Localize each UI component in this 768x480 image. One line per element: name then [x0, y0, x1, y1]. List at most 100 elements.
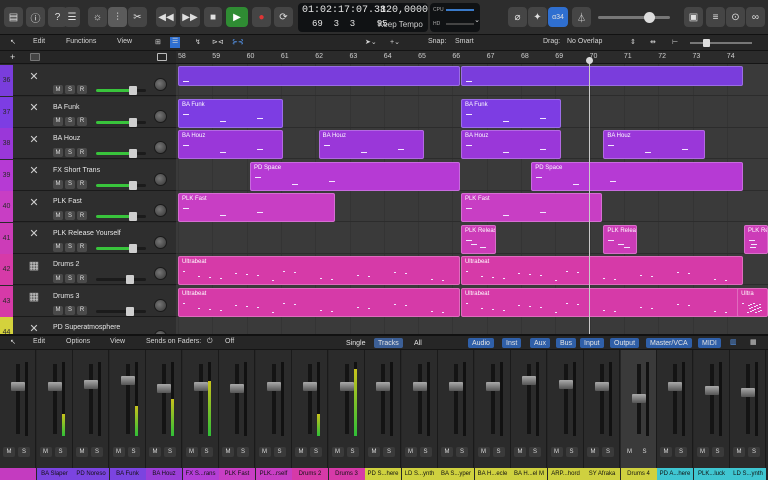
track-lane[interactable]	[176, 317, 768, 334]
solo-button[interactable]: S	[127, 447, 140, 457]
solo-button[interactable]: S	[18, 447, 30, 457]
all-button[interactable]: All	[410, 338, 426, 348]
single-button[interactable]: Single	[342, 338, 369, 348]
mute-button[interactable]: M	[112, 447, 125, 457]
region[interactable]: Ultrabeat	[178, 256, 460, 285]
pan-knob[interactable]	[154, 172, 167, 186]
volume-handle[interactable]	[129, 212, 137, 221]
volume-handle[interactable]	[126, 275, 134, 284]
replace-icon[interactable]: ⌀	[508, 7, 527, 27]
mixer-edit-menu[interactable]: Edit	[33, 338, 45, 345]
fader-cap[interactable]	[704, 386, 719, 395]
region[interactable]: BA Houz	[318, 130, 424, 159]
channel-name[interactable]: PD S...here	[365, 468, 401, 480]
fader-cap[interactable]	[668, 382, 682, 391]
solo-button[interactable]: S	[273, 447, 286, 457]
arrange-area[interactable]: 58 59 60 61 62 63 64 65 66 67 68 69 70 71 72 73 74 BA Fu…	[176, 51, 768, 334]
channel-name[interactable]: SY Afraka	[584, 468, 620, 480]
narrow-view-icon[interactable]: ▥	[730, 338, 737, 346]
loop-browser-icon[interactable]: ∞	[746, 7, 765, 27]
fader-cap[interactable]	[193, 382, 208, 391]
channel-name[interactable]: FX S...rans	[182, 468, 219, 480]
mixer-options-menu[interactable]: Options	[66, 338, 90, 345]
track-volume-slider[interactable]	[96, 275, 146, 284]
track-volume-slider[interactable]	[96, 86, 146, 95]
mute-button[interactable]: M	[53, 148, 63, 157]
fader-cap[interactable]	[376, 382, 390, 391]
track-header[interactable]: 42 ▦ Drums 2 MSR	[0, 254, 176, 285]
solo-button[interactable]: S	[65, 305, 75, 315]
solo-button[interactable]: S	[200, 447, 213, 457]
fader-cap[interactable]	[449, 382, 463, 391]
region[interactable]: BA Funk	[460, 98, 562, 128]
stop-button[interactable]: ■	[204, 7, 222, 27]
solo-button[interactable]: S	[164, 447, 176, 457]
channel-name[interactable]: BA Slaper	[36, 468, 73, 480]
region[interactable]: Ultrabeat	[460, 256, 743, 285]
track-header[interactable]: 37 ✕ BA Funk M S R	[0, 96, 176, 128]
drag-select[interactable]: No Overlap	[567, 38, 602, 45]
bar-ruler[interactable]: 58 59 60 61 62 63 64 65 66 67 68 69 70 71 72 73 74	[176, 51, 768, 64]
track-header[interactable]: 43 ▦ Drums 3 MSR	[0, 285, 176, 317]
region[interactable]: BA Funk	[178, 98, 284, 128]
mute-button[interactable]: M	[149, 447, 161, 457]
region[interactable]: Ultra	[737, 287, 768, 317]
fader-cap[interactable]	[741, 388, 755, 397]
fit-icon[interactable]: ⊢	[672, 38, 678, 46]
mute-button[interactable]: M	[404, 447, 417, 457]
volume-fader[interactable]	[230, 364, 244, 434]
track-header[interactable]: 44✕PD SuperatmosphereMSR	[0, 317, 176, 334]
mute-button[interactable]: M	[76, 447, 88, 457]
solo-button[interactable]: S	[65, 148, 75, 157]
region[interactable]: PLK Re	[743, 224, 768, 254]
channel-name[interactable]: BA Houz	[146, 468, 182, 480]
browser-icon[interactable]: ⊙	[726, 7, 745, 27]
notes-icon[interactable]: ▣	[684, 7, 703, 27]
edit-menu[interactable]: Edit	[33, 38, 45, 45]
mute-button[interactable]: M	[53, 179, 63, 189]
mute-button[interactable]: M	[477, 447, 490, 457]
solo-button[interactable]: S	[65, 85, 75, 94]
fader-cap[interactable]	[303, 382, 317, 391]
region[interactable]: BA Houz	[460, 130, 562, 159]
volume-handle[interactable]	[129, 117, 137, 127]
fader-cap[interactable]	[412, 382, 427, 391]
volume-fader[interactable]	[84, 364, 98, 434]
channel-name[interactable]: BA H...ecle	[474, 468, 511, 480]
filter-bus-button[interactable]: Bus	[556, 338, 577, 348]
solo-button[interactable]: S	[65, 211, 75, 220]
fader-cap[interactable]	[157, 384, 171, 393]
fader-cap[interactable]	[266, 382, 281, 391]
mute-button[interactable]: M	[3, 447, 15, 457]
marquee-tool-icon[interactable]: +⌄	[390, 38, 400, 46]
volume-fader[interactable]	[412, 364, 427, 434]
volume-handle[interactable]	[126, 306, 134, 316]
channel-name[interactable]: BA S...yper	[438, 468, 474, 480]
play-button[interactable]: ▶	[226, 7, 248, 27]
pointer-tool-icon[interactable]: ➤⌄	[365, 38, 377, 46]
track-name[interactable]: Drums 3	[53, 293, 79, 300]
info-icon[interactable]: ⓘ	[26, 7, 45, 27]
track-volume-slider[interactable]	[96, 149, 146, 158]
mute-button[interactable]: M	[514, 447, 526, 457]
mute-button[interactable]: M	[53, 242, 63, 252]
mute-button[interactable]: M	[550, 447, 563, 457]
volume-fader[interactable]	[595, 364, 609, 434]
track-name[interactable]: BA Funk	[53, 104, 79, 111]
solo-button[interactable]: S	[65, 242, 75, 252]
catch-icon[interactable]: ⊱⊰	[232, 38, 244, 46]
wide-view-icon[interactable]: ▦	[750, 338, 757, 346]
region[interactable]	[178, 66, 460, 86]
mute-button[interactable]: M	[53, 274, 63, 283]
solo-button[interactable]: S	[346, 447, 359, 457]
fader-cap[interactable]	[631, 394, 646, 403]
volume-fader[interactable]	[558, 364, 573, 434]
region[interactable]: BA Houz	[178, 130, 284, 159]
global-tracks-icon[interactable]	[30, 53, 40, 61]
pan-knob[interactable]	[154, 109, 167, 123]
mute-button[interactable]: M	[295, 447, 307, 457]
solo-button[interactable]: S	[748, 447, 760, 457]
volume-fader[interactable]	[704, 364, 719, 434]
track-header[interactable]: 40 ✕ PLK Fast M S R	[0, 191, 176, 222]
snap-select[interactable]: Smart	[455, 38, 474, 45]
